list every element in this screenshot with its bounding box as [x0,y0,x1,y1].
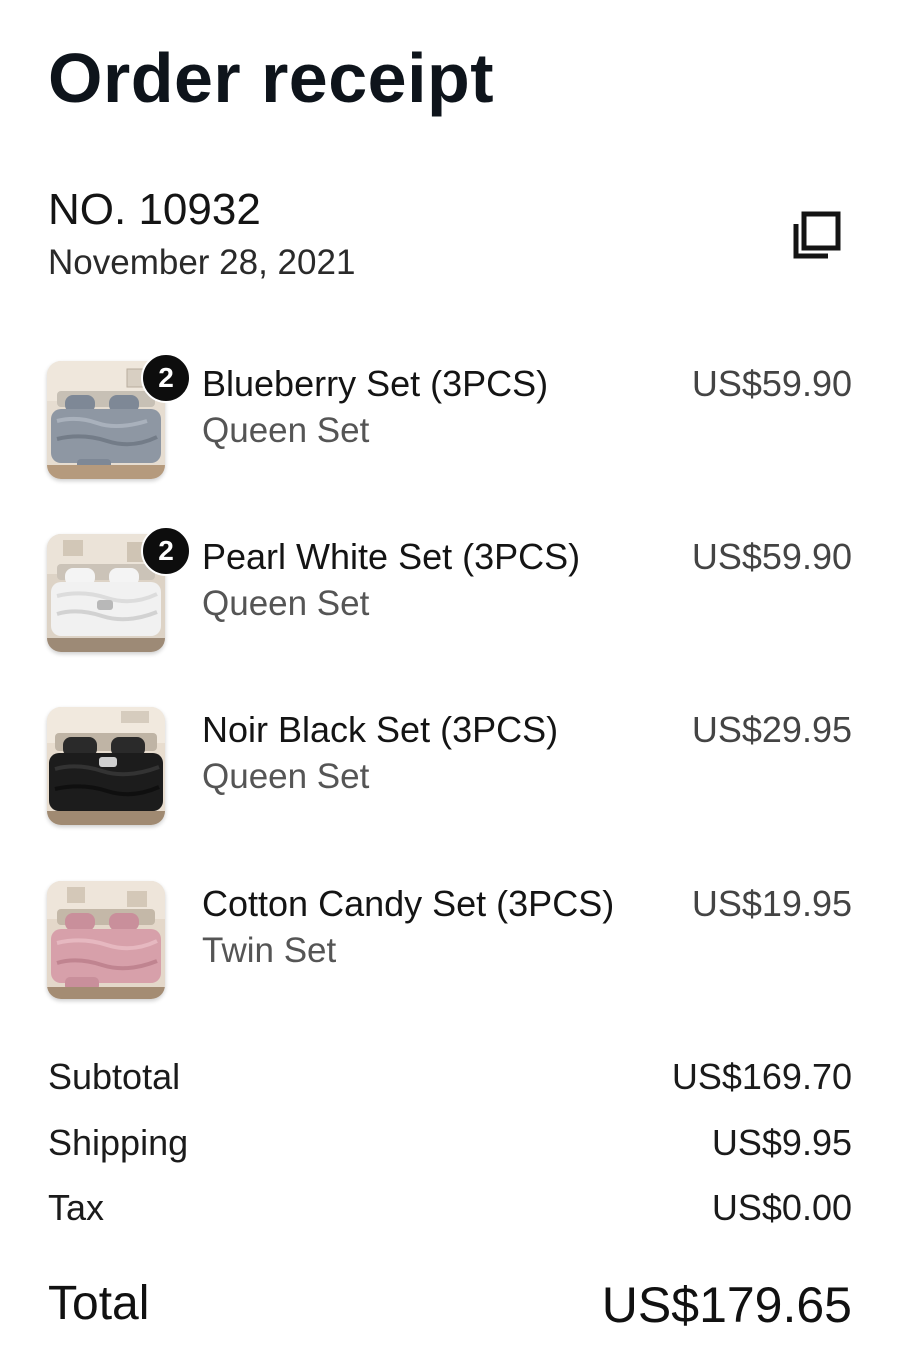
order-item[interactable]: Noir Black Set (3PCS) Queen Set US$29.95 [0,707,900,827]
tax-row: Tax US$0.00 [48,1187,852,1235]
subtotal-value: US$169.70 [671,1056,852,1097]
order-number: NO. 10932 [48,185,261,234]
total-row: Total US$179.65 [48,1276,852,1336]
item-variant: Queen Set [202,757,370,796]
item-variant: Twin Set [202,931,337,970]
quantity-badge: 2 [141,526,191,576]
total-value: US$179.65 [601,1277,852,1333]
tax-value: US$0.00 [711,1187,852,1228]
item-price: US$59.90 [691,363,852,404]
bedding-photo-black-icon [47,707,165,825]
order-item[interactable]: 2 Pearl White Set (3PCS) Queen Set US$59… [0,526,900,654]
item-price: US$29.95 [691,709,852,750]
order-date: November 28, 2021 [48,243,356,282]
subtotal-row: Subtotal US$169.70 [48,1056,852,1104]
copy-button[interactable] [778,198,854,274]
item-variant: Queen Set [202,411,370,450]
item-variant: Queen Set [202,584,370,623]
bedding-photo-pink-icon [47,881,165,999]
order-receipt-page: Order receipt NO. 10932 November 28, 202… [0,0,900,1368]
tax-label: Tax [48,1187,105,1228]
total-label: Total [48,1277,150,1330]
order-item[interactable]: Cotton Candy Set (3PCS) Twin Set US$19.9… [0,881,900,1001]
item-name: Cotton Candy Set (3PCS) [202,883,615,924]
item-price: US$59.90 [691,536,852,577]
copy-icon [793,211,841,259]
item-name: Noir Black Set (3PCS) [202,709,559,750]
page-title: Order receipt [48,39,495,117]
shipping-label: Shipping [48,1122,189,1163]
item-name: Blueberry Set (3PCS) [202,363,549,404]
item-name: Pearl White Set (3PCS) [202,536,581,577]
shipping-row: Shipping US$9.95 [48,1122,852,1170]
item-price: US$19.95 [691,883,852,924]
shipping-value: US$9.95 [711,1122,852,1163]
subtotal-label: Subtotal [48,1056,181,1097]
quantity-badge: 2 [141,353,191,403]
order-item[interactable]: 2 Blueberry Set (3PCS) Queen Set US$59.9… [0,353,900,481]
